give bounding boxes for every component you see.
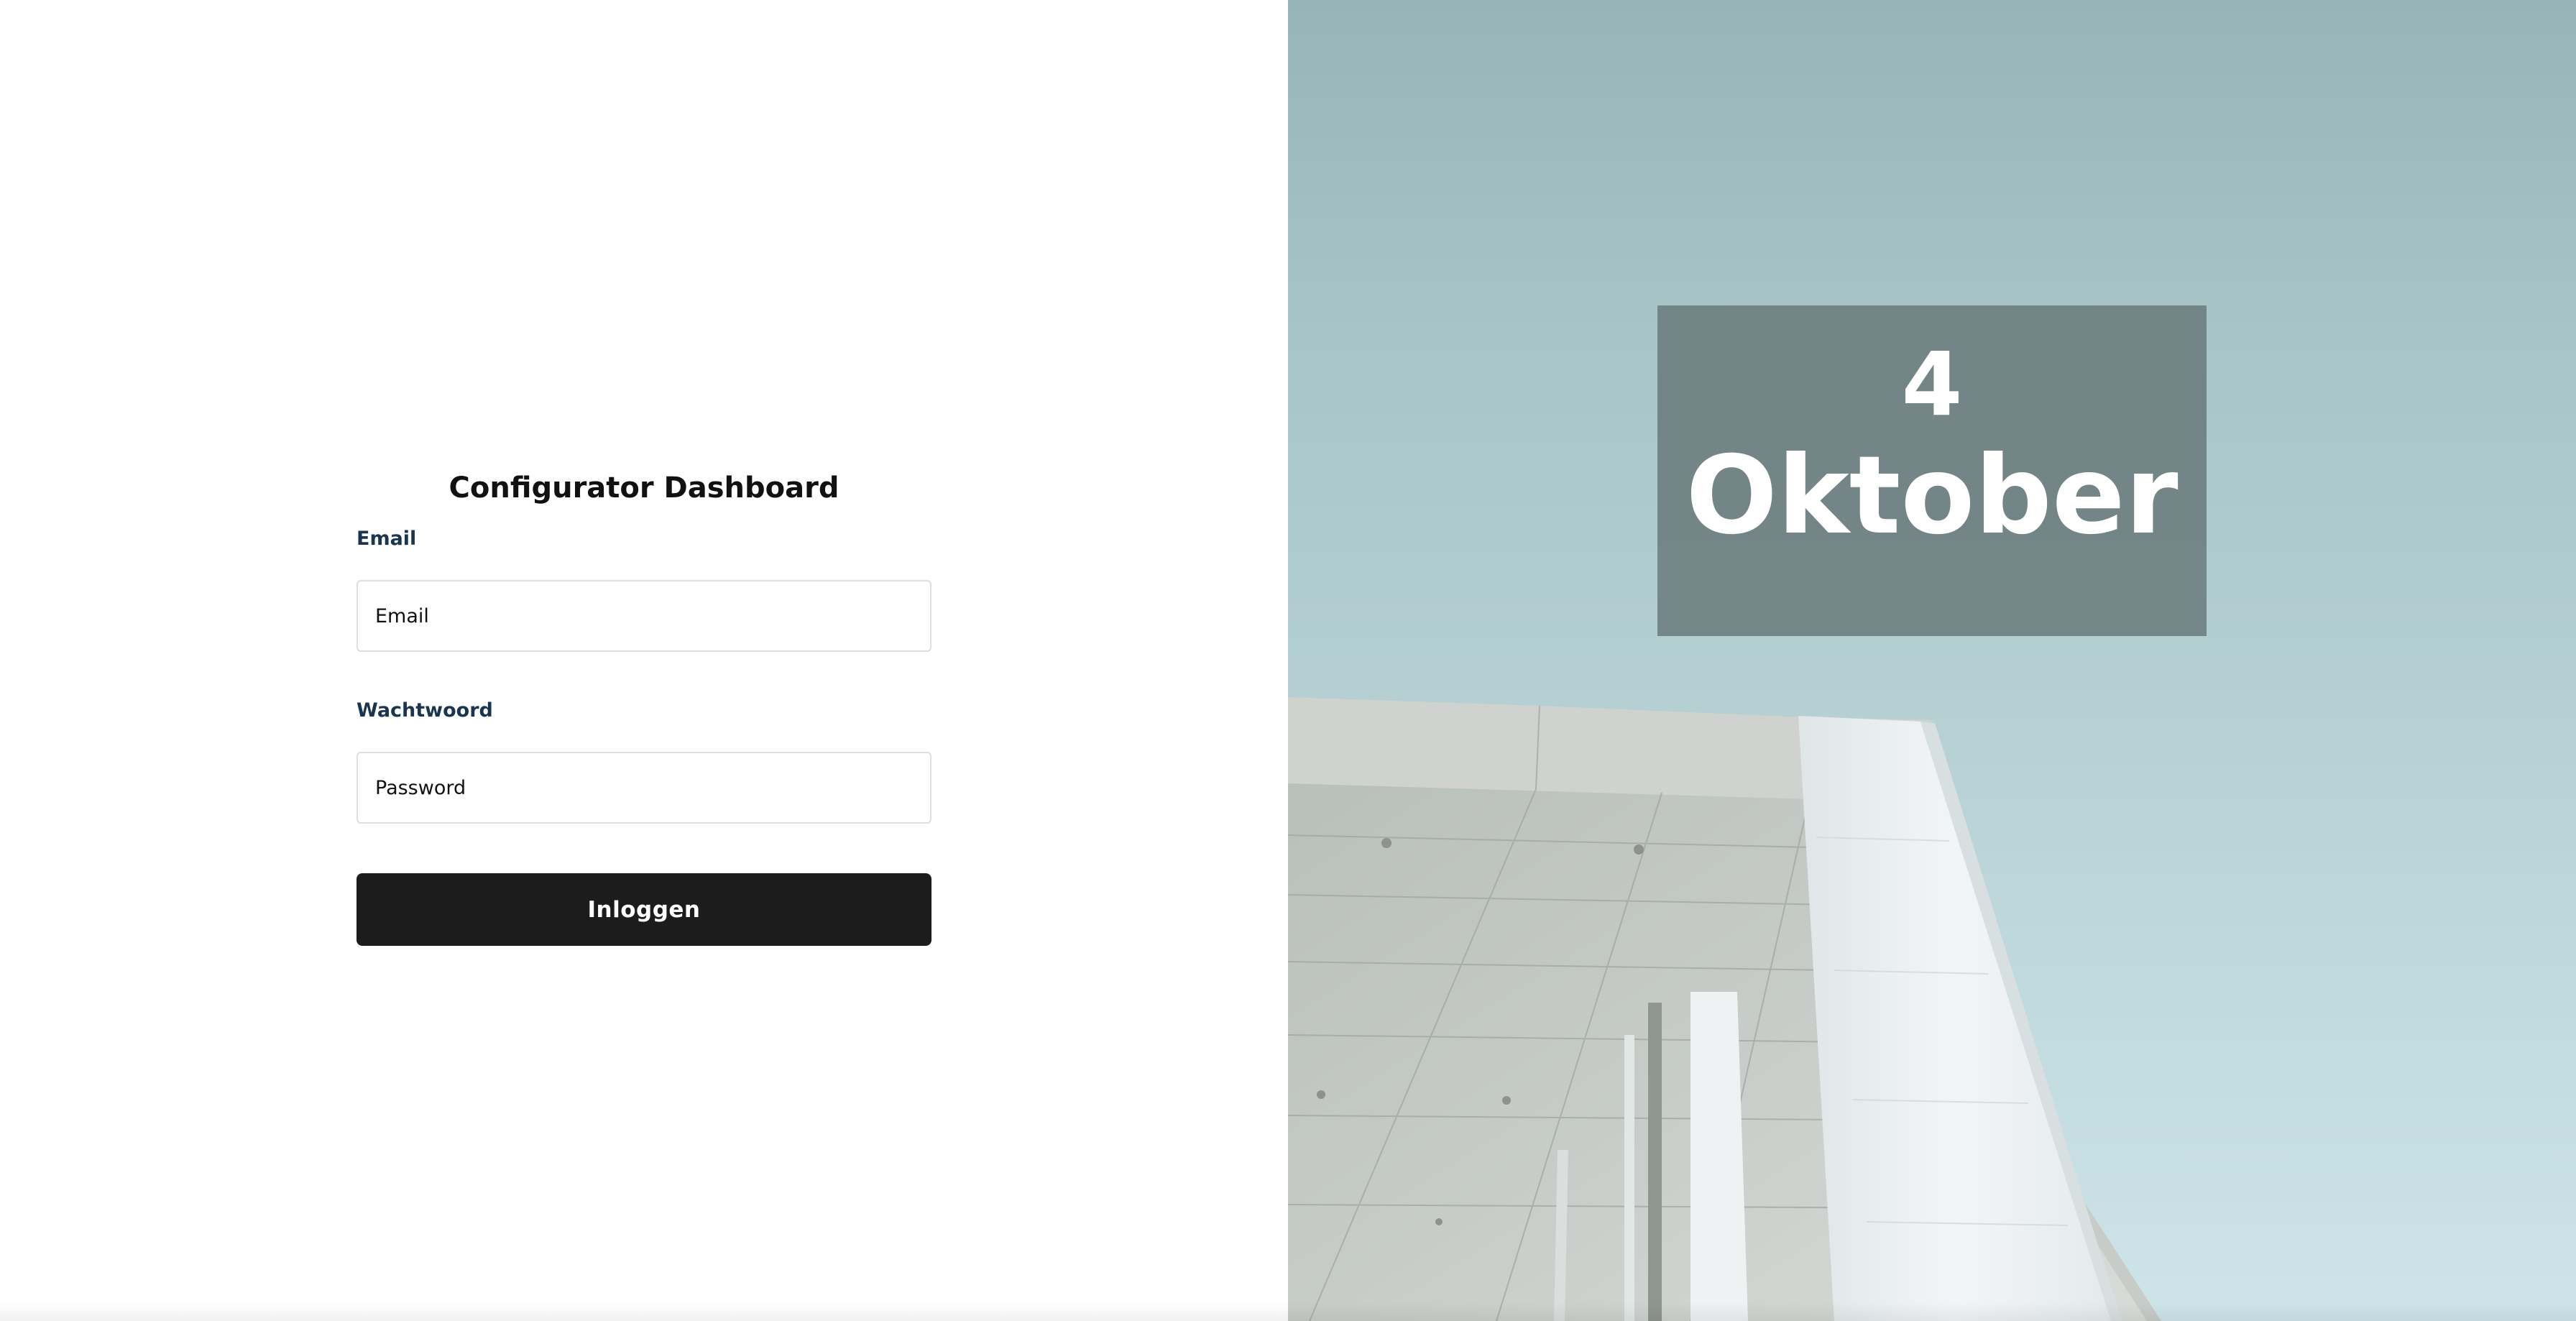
login-form: Configurator Dashboard Email Wachtwoord …	[356, 467, 932, 946]
date-month: Oktober	[1685, 433, 2179, 558]
login-button[interactable]: Inloggen	[356, 873, 932, 946]
hero-image-panel: 4 Oktober	[1288, 0, 2576, 1321]
email-field[interactable]	[356, 580, 932, 652]
password-label: Wachtwoord	[356, 699, 493, 722]
building-photo	[1288, 697, 2161, 1321]
page-title: Configurator Dashboard	[448, 471, 840, 505]
login-panel: Configurator Dashboard Email Wachtwoord …	[0, 0, 1288, 1321]
date-day: 4	[1901, 333, 1963, 436]
password-field[interactable]	[356, 752, 932, 824]
login-page: Configurator Dashboard Email Wachtwoord …	[0, 0, 2576, 1321]
email-label: Email	[356, 528, 417, 550]
date-banner: 4 Oktober	[1657, 305, 2207, 636]
